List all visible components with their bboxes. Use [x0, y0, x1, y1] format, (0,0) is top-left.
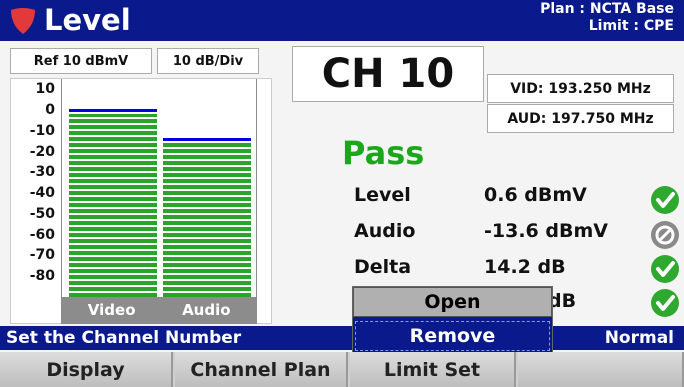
bar-label-strip: Video Audio	[61, 297, 257, 324]
bar-label-audio: Audio	[182, 301, 231, 319]
pass-icon	[651, 255, 679, 283]
plan-name: Plan : NCTA Base	[540, 1, 674, 17]
channel-number[interactable]: CH 10	[292, 46, 484, 102]
y-axis: 10 0 -10 -20 -30 -40 -50 -60 -70 -80	[11, 79, 61, 325]
video-frequency: VID: 193.250 MHz	[487, 74, 674, 103]
y-tick-label: 0	[45, 102, 55, 119]
plot-area	[61, 79, 257, 297]
y-tick-label: -20	[29, 143, 55, 160]
y-tick-label: -40	[29, 185, 55, 202]
level-label: Level	[354, 184, 411, 206]
y-tick-label: -50	[29, 205, 55, 222]
pass-verdict: Pass	[342, 134, 425, 172]
bar-fill	[68, 113, 157, 297]
app-title: Level	[44, 3, 131, 37]
ref-level-button[interactable]: Ref 10 dBmV	[10, 48, 152, 74]
open-menu-item[interactable]: Open	[353, 287, 552, 317]
level-bar-chart: 10 0 -10 -20 -30 -40 -50 -60 -70 -80 Video Audio	[10, 78, 272, 324]
disabled-icon	[651, 221, 679, 249]
delta-value: 14.2 dB	[484, 256, 566, 278]
pass-icon	[651, 186, 679, 214]
display-softkey[interactable]: Display	[0, 352, 173, 387]
plan-info: Plan : NCTA Base Limit : CPE	[540, 1, 674, 35]
status-bar: Set the Channel Number Normal	[0, 326, 684, 350]
remove-menu-item[interactable]: Remove	[355, 321, 550, 351]
title-bar: Level Plan : NCTA Base Limit : CPE	[0, 0, 684, 41]
bar-peak-marker	[163, 138, 252, 142]
popup-menu: Open Remove	[352, 286, 553, 354]
limit-set-softkey[interactable]: Limit Set	[350, 352, 516, 387]
y-tick-label: -80	[29, 268, 55, 285]
pass-icon	[651, 289, 679, 317]
delta-label: Delta	[354, 256, 412, 278]
audio-label: Audio	[354, 220, 416, 242]
y-tick-label: -70	[29, 247, 55, 264]
empty-softkey[interactable]	[518, 352, 684, 387]
level-bar-video	[68, 108, 157, 297]
bar-label-video: Video	[87, 301, 136, 319]
softkey-bar: Display Channel Plan Limit Set	[0, 352, 684, 387]
y-tick-label: 10	[35, 81, 55, 98]
limit-name: Limit : CPE	[588, 18, 674, 34]
audio-value: -13.6 dBmV	[484, 220, 608, 242]
level-value: 0.6 dBmV	[484, 184, 587, 206]
bar-peak-marker	[68, 108, 157, 112]
status-hint: Set the Channel Number	[6, 328, 242, 348]
shield-logo-icon	[11, 8, 35, 34]
channel-plan-softkey[interactable]: Channel Plan	[175, 352, 348, 387]
y-tick-label: -60	[29, 226, 55, 243]
mode-indicator: Normal	[604, 328, 674, 348]
y-tick-label: -10	[29, 122, 55, 139]
audio-frequency: AUD: 197.750 MHz	[487, 104, 674, 133]
y-tick-label: -30	[29, 164, 55, 181]
level-bar-audio	[163, 138, 252, 297]
bar-fill	[163, 143, 252, 297]
scale-button[interactable]: 10 dB/Div	[157, 48, 259, 74]
